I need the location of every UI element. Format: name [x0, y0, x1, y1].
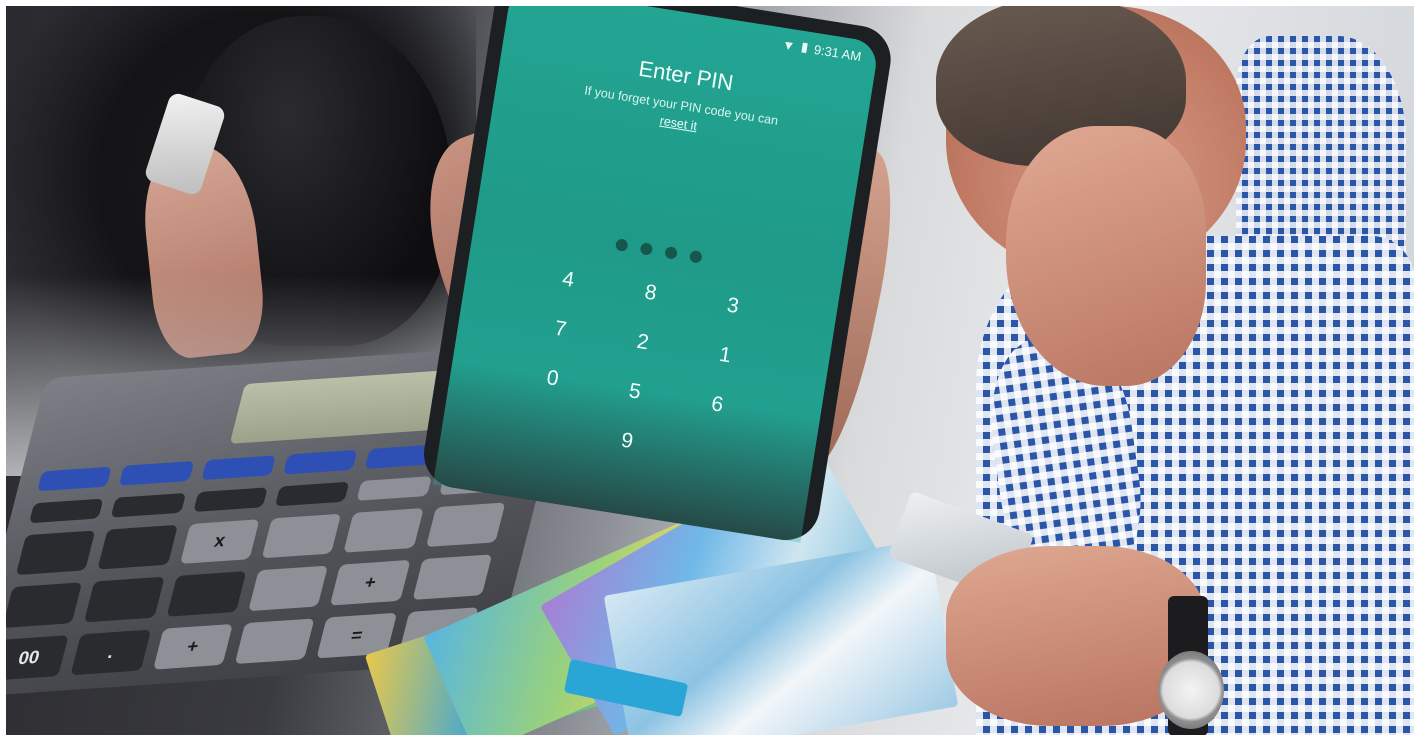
calc-key	[248, 565, 329, 612]
keypad-digit[interactable]: 6	[674, 384, 761, 427]
pin-dot	[688, 249, 703, 264]
keypad-digit[interactable]: 5	[591, 371, 678, 414]
calc-key	[97, 524, 178, 570]
distressed-man	[887, 6, 1414, 735]
photo-collage: x + 00 . + = ← ▼	[6, 6, 1414, 735]
calc-key	[15, 530, 96, 576]
calc-key	[84, 577, 165, 623]
battery-icon: ▮	[800, 38, 810, 55]
calc-key	[166, 571, 247, 617]
keypad-digit[interactable]: 0	[509, 358, 596, 401]
keypad-digit[interactable]	[666, 433, 753, 476]
phone-screen: ← ▼ ▮ 9:31 AM Enter PIN If you forget yo…	[432, 6, 880, 543]
status-bar: ▼ ▮ 9:31 AM	[781, 36, 862, 64]
calc-key	[234, 618, 315, 665]
hand-on-face	[1006, 126, 1206, 386]
keypad-digit[interactable]: 7	[517, 308, 604, 351]
keypad-digit[interactable]: 8	[607, 272, 694, 315]
calc-key	[261, 513, 342, 559]
keypad-digit[interactable]: 9	[584, 420, 671, 463]
pin-dot	[614, 238, 629, 252]
calc-key: +	[152, 624, 233, 670]
calc-key	[283, 449, 358, 475]
calc-key	[193, 487, 268, 512]
keypad-digit[interactable]: 4	[525, 259, 612, 302]
calc-key	[119, 461, 194, 486]
keypad-digit[interactable]	[501, 407, 588, 450]
calc-key: x	[179, 518, 260, 565]
calc-key	[201, 455, 276, 480]
status-time: 9:31 AM	[812, 41, 863, 64]
pin-keypad: 4 8 3 7 2 1 0 5 6 9	[501, 259, 776, 476]
calc-key: 00	[6, 635, 69, 681]
smartphone: ← ▼ ▮ 9:31 AM Enter PIN If you forget yo…	[419, 6, 896, 545]
wifi-icon: ▼	[781, 36, 797, 54]
reset-pin-link[interactable]: reset it	[659, 114, 698, 134]
calc-key	[274, 481, 350, 507]
keypad-digit[interactable]: 3	[689, 285, 776, 328]
calc-key	[29, 498, 104, 523]
back-arrow-icon[interactable]: ←	[524, 6, 543, 11]
wristwatch-icon	[1158, 651, 1224, 729]
keypad-digit[interactable]: 1	[682, 334, 769, 377]
pin-dot	[663, 245, 678, 260]
calc-key	[37, 466, 112, 492]
calc-key	[111, 492, 186, 518]
pin-dot	[639, 242, 653, 256]
keypad-digit[interactable]: 2	[599, 321, 686, 364]
calc-key	[6, 582, 83, 629]
calc-key: .	[70, 629, 151, 676]
